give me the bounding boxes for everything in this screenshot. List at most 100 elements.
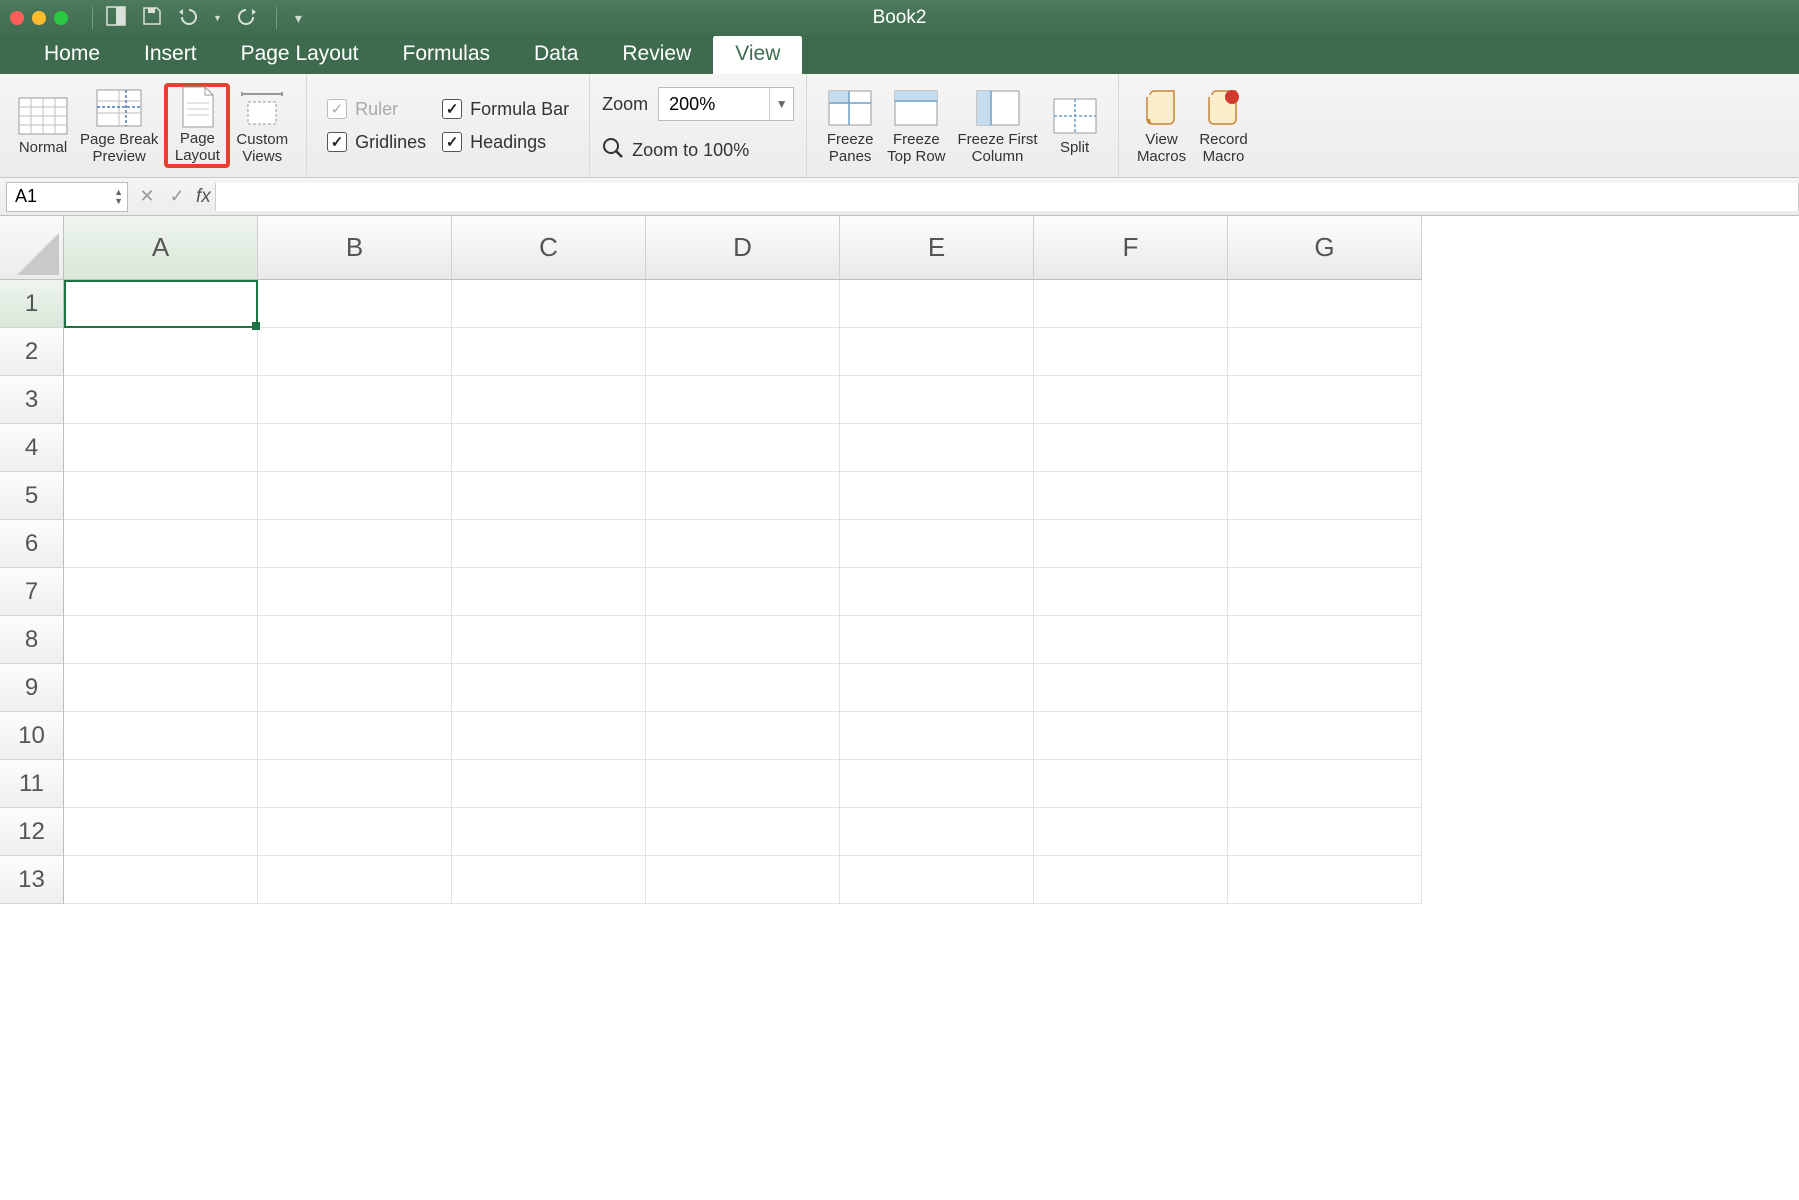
save-icon[interactable] <box>141 5 163 32</box>
cell[interactable] <box>258 568 452 616</box>
cell[interactable] <box>258 856 452 904</box>
spinner-icon[interactable]: ▲▼ <box>114 188 123 206</box>
cell[interactable] <box>258 712 452 760</box>
custom-views-button[interactable]: Custom Views <box>230 84 294 167</box>
cell[interactable] <box>64 568 258 616</box>
column-header-G[interactable]: G <box>1228 216 1422 280</box>
cell[interactable] <box>840 280 1034 328</box>
cell[interactable] <box>646 376 840 424</box>
gridlines-checkbox[interactable]: Gridlines <box>327 132 426 153</box>
cell[interactable] <box>840 856 1034 904</box>
cell[interactable] <box>452 568 646 616</box>
zoom-input[interactable] <box>659 94 769 115</box>
freeze-panes-button[interactable]: Freeze Panes <box>819 84 881 167</box>
cell[interactable] <box>258 664 452 712</box>
save-as-icon[interactable] <box>105 5 127 32</box>
cell[interactable] <box>840 328 1034 376</box>
cell[interactable] <box>258 520 452 568</box>
cell[interactable] <box>452 520 646 568</box>
column-header-D[interactable]: D <box>646 216 840 280</box>
cell[interactable] <box>646 856 840 904</box>
cell[interactable] <box>64 376 258 424</box>
cell[interactable] <box>452 616 646 664</box>
tab-formulas[interactable]: Formulas <box>381 35 513 74</box>
cell[interactable] <box>64 520 258 568</box>
minimize-window-button[interactable] <box>32 11 46 25</box>
row-header-3[interactable]: 3 <box>0 376 64 424</box>
column-header-E[interactable]: E <box>840 216 1034 280</box>
cell[interactable] <box>1034 376 1228 424</box>
cell[interactable] <box>64 712 258 760</box>
formula-bar-checkbox[interactable]: Formula Bar <box>442 99 569 120</box>
cell[interactable] <box>646 568 840 616</box>
cell[interactable] <box>1034 760 1228 808</box>
cell[interactable] <box>1034 328 1228 376</box>
cell[interactable] <box>1228 424 1422 472</box>
close-window-button[interactable] <box>10 11 24 25</box>
cell[interactable] <box>64 280 258 328</box>
freeze-first-column-button[interactable]: Freeze First Column <box>952 84 1044 167</box>
cell[interactable] <box>258 328 452 376</box>
cell[interactable] <box>452 280 646 328</box>
cell[interactable] <box>1228 856 1422 904</box>
page-break-preview-button[interactable]: Page Break Preview <box>74 84 164 167</box>
zoom-to-100-button[interactable]: Zoom to 100% <box>602 137 749 164</box>
accept-formula-icon[interactable]: ✓ <box>162 186 192 207</box>
cell[interactable] <box>258 280 452 328</box>
cell[interactable] <box>840 520 1034 568</box>
name-box[interactable]: A1 ▲▼ <box>6 182 128 212</box>
cell[interactable] <box>64 856 258 904</box>
cell[interactable] <box>1034 616 1228 664</box>
page-layout-view-button[interactable]: Page Layout <box>164 83 230 168</box>
cell[interactable] <box>840 808 1034 856</box>
cell[interactable] <box>1228 568 1422 616</box>
cell[interactable] <box>1228 616 1422 664</box>
cell[interactable] <box>1034 472 1228 520</box>
tab-page-layout[interactable]: Page Layout <box>219 35 381 74</box>
row-header-12[interactable]: 12 <box>0 808 64 856</box>
cell[interactable] <box>646 712 840 760</box>
column-header-F[interactable]: F <box>1034 216 1228 280</box>
normal-view-button[interactable]: Normal <box>12 92 74 159</box>
cell[interactable] <box>452 808 646 856</box>
cell[interactable] <box>840 568 1034 616</box>
cell[interactable] <box>1228 520 1422 568</box>
cell[interactable] <box>258 616 452 664</box>
cell[interactable] <box>840 760 1034 808</box>
cell[interactable] <box>1034 280 1228 328</box>
cell[interactable] <box>64 664 258 712</box>
cell[interactable] <box>452 712 646 760</box>
tab-data[interactable]: Data <box>512 35 600 74</box>
cell[interactable] <box>1034 520 1228 568</box>
row-header-13[interactable]: 13 <box>0 856 64 904</box>
cell[interactable] <box>64 616 258 664</box>
redo-icon[interactable] <box>236 6 258 31</box>
cell[interactable] <box>646 328 840 376</box>
cell[interactable] <box>258 760 452 808</box>
cell[interactable] <box>452 328 646 376</box>
cell[interactable] <box>840 664 1034 712</box>
customize-qat-dropdown[interactable]: ▾ <box>295 10 302 27</box>
cell[interactable] <box>452 664 646 712</box>
cell[interactable] <box>64 424 258 472</box>
cell[interactable] <box>452 760 646 808</box>
row-header-10[interactable]: 10 <box>0 712 64 760</box>
cell[interactable] <box>646 616 840 664</box>
dropdown-icon[interactable]: ▼ <box>769 88 793 120</box>
cell[interactable] <box>258 376 452 424</box>
cell[interactable] <box>452 424 646 472</box>
cell[interactable] <box>646 472 840 520</box>
cell[interactable] <box>64 328 258 376</box>
undo-icon[interactable] <box>177 6 199 31</box>
formula-input[interactable] <box>215 183 1799 211</box>
view-macros-button[interactable]: View Macros <box>1131 84 1193 167</box>
cell[interactable] <box>1034 856 1228 904</box>
headings-checkbox[interactable]: Headings <box>442 132 569 153</box>
row-header-5[interactable]: 5 <box>0 472 64 520</box>
row-header-8[interactable]: 8 <box>0 616 64 664</box>
cell[interactable] <box>1228 376 1422 424</box>
cell[interactable] <box>258 424 452 472</box>
column-header-A[interactable]: A <box>64 216 258 280</box>
cell[interactable] <box>840 712 1034 760</box>
cell[interactable] <box>1228 760 1422 808</box>
